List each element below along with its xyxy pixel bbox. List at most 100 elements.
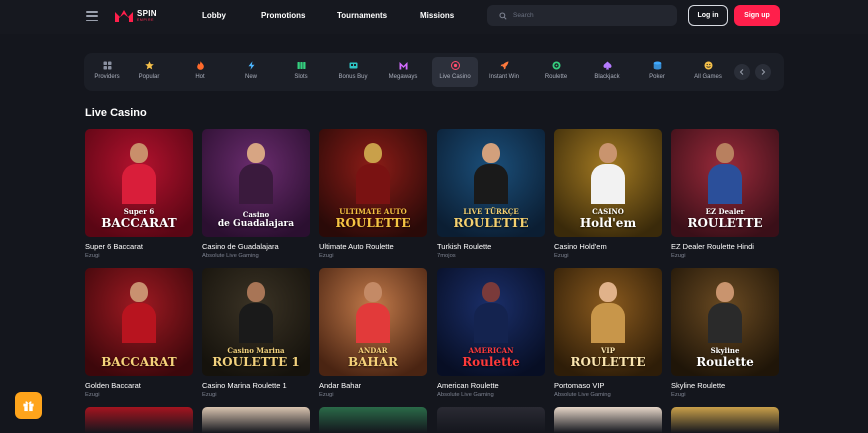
category-label: Instant Win — [488, 74, 519, 80]
game-provider: Ezugi — [671, 253, 686, 259]
game-thumbnail[interactable]: ANDAR BAHAR — [319, 268, 427, 376]
search-box[interactable] — [487, 5, 677, 26]
category-instant-win[interactable]: Instant Win — [481, 57, 527, 87]
category-popular[interactable]: Popular — [126, 57, 172, 87]
dealer-figure — [591, 282, 625, 343]
game-title[interactable]: Portomaso VIP — [554, 381, 662, 390]
game-logo-line2: ROULETTE — [570, 355, 646, 369]
category-label: All Games — [694, 74, 722, 80]
game-logo-line2: BAHAR — [347, 355, 399, 369]
nav-tournaments[interactable]: Tournaments — [337, 11, 387, 20]
game-thumbnail[interactable]: BACCARAT — [85, 268, 193, 376]
login-button[interactable]: Log in — [688, 5, 728, 26]
category-slots[interactable]: Slots — [278, 57, 324, 87]
scroll-left-button[interactable] — [734, 64, 750, 80]
game-logo-line1: Casino Marina — [227, 346, 285, 355]
game-logo-line1: Casino — [242, 210, 270, 219]
category-label: Providers — [94, 74, 120, 80]
game-thumbnail[interactable]: AMERICAN Roulette — [437, 268, 545, 376]
category-poker[interactable]: Poker — [634, 57, 680, 87]
dealer-figure — [239, 282, 273, 343]
category-live-casino[interactable]: Live Casino — [432, 57, 478, 87]
game-thumbnail[interactable]: LIVE TÜRKÇE ROULETTE — [437, 129, 545, 237]
game-logo-line1: LIVE TÜRKÇE — [463, 207, 519, 216]
search-icon — [499, 11, 507, 20]
game-title[interactable]: Turkish Roulette — [437, 242, 545, 251]
search-input[interactable] — [513, 12, 663, 19]
game-card[interactable]: AMERICAN Roulette American Roulette Absolut… — [437, 268, 545, 398]
game-thumbnail[interactable]: VIP ROULETTE — [554, 268, 662, 376]
game-thumbnail[interactable]: Casino Marina ROULETTE 1 — [202, 268, 310, 376]
game-title[interactable]: Skyline Roulette — [671, 381, 779, 390]
game-logo: LIVE TÜRKÇE ROULETTE — [453, 208, 528, 229]
game-title[interactable]: American Roulette — [437, 381, 545, 390]
scroll-right-button[interactable] — [755, 64, 771, 80]
category-label: Bonus Buy — [338, 74, 368, 80]
game-card[interactable]: EZ Dealer ROULETTE EZ Dealer Roulette Hind… — [671, 129, 779, 259]
game-card[interactable]: ULTIMATE AUTO ROULETTE Ultimate Auto Roule… — [319, 129, 427, 259]
menu-icon[interactable] — [86, 11, 98, 21]
category-megaways[interactable]: Megaways — [380, 57, 426, 87]
nav-promotions[interactable]: Promotions — [261, 11, 305, 20]
game-provider: Absolute Live Gaming — [554, 392, 611, 398]
game-card[interactable]: BACCARAT Golden Baccarat Ezugi — [85, 268, 193, 398]
game-card-partial[interactable] — [319, 407, 427, 433]
game-card[interactable]: Casino de Guadalajara Casino de Guadalajar… — [202, 129, 310, 259]
game-card-partial[interactable] — [202, 407, 310, 433]
slots-icon — [297, 61, 306, 70]
game-card[interactable]: VIP ROULETTE Portomaso VIP Absolute Live Ga… — [554, 268, 662, 398]
game-title[interactable]: Super 6 Baccarat — [85, 242, 193, 251]
game-card-partial[interactable] — [85, 407, 193, 433]
game-thumbnail[interactable]: CASINO Hold'em — [554, 129, 662, 237]
category-label: Hot — [195, 74, 205, 80]
category-blackjack[interactable]: Blackjack — [584, 57, 630, 87]
game-provider: Ezugi — [319, 253, 334, 259]
game-title[interactable]: Casino Marina Roulette 1 — [202, 381, 310, 390]
dealer-figure — [356, 282, 390, 343]
game-thumbnail[interactable]: EZ Dealer ROULETTE — [671, 129, 779, 237]
game-thumbnail[interactable]: Super 6 BACCARAT — [85, 129, 193, 237]
category-providers[interactable]: Providers — [84, 57, 130, 87]
roulette-icon — [552, 61, 561, 70]
game-logo-line2: ROULETTE — [687, 216, 763, 230]
game-card[interactable]: Casino Marina ROULETTE 1 Casino Marina Rou… — [202, 268, 310, 398]
game-thumbnail[interactable]: ULTIMATE AUTO ROULETTE — [319, 129, 427, 237]
game-provider: Absolute Live Gaming — [202, 253, 259, 259]
category-hot[interactable]: Hot — [177, 57, 223, 87]
category-all-games[interactable]: All Games — [685, 57, 731, 87]
brand-logo[interactable]: SPIN EMPIRE — [114, 8, 157, 25]
game-title[interactable]: Andar Bahar — [319, 381, 427, 390]
game-card[interactable]: CASINO Hold'em Casino Hold'em Ezugi — [554, 129, 662, 259]
game-card[interactable]: Skyline Roulette Skyline Roulette Ezugi — [671, 268, 779, 398]
game-card[interactable]: LIVE TÜRKÇE ROULETTE Turkish Roulette 7mojo… — [437, 129, 545, 259]
game-card[interactable]: Super 6 BACCARAT Super 6 Baccarat Ezugi — [85, 129, 193, 259]
nav-missions[interactable]: Missions — [420, 11, 454, 20]
chevron-left-icon — [739, 69, 744, 75]
game-logo-line2: Roulette — [462, 355, 520, 369]
category-new[interactable]: New — [228, 57, 274, 87]
category-bonus-buy[interactable]: Bonus Buy — [330, 57, 376, 87]
signup-button[interactable]: Sign up — [734, 5, 780, 26]
game-thumbnail[interactable]: Casino de Guadalajara — [202, 129, 310, 237]
game-title[interactable]: Casino Hold'em — [554, 242, 662, 251]
game-title[interactable]: Golden Baccarat — [85, 381, 193, 390]
game-logo-line1: Skyline — [710, 346, 740, 355]
lightning-icon — [247, 61, 256, 70]
dealer-figure — [708, 282, 742, 343]
gift-button[interactable] — [15, 392, 42, 419]
game-provider: 7mojos — [437, 253, 456, 259]
game-title[interactable]: Ultimate Auto Roulette — [319, 242, 427, 251]
game-card[interactable]: ANDAR BAHAR Andar Bahar Ezugi — [319, 268, 427, 398]
game-title[interactable]: EZ Dealer Roulette Hindi — [671, 242, 779, 251]
game-card-partial[interactable] — [671, 407, 779, 433]
category-roulette[interactable]: Roulette — [533, 57, 579, 87]
nav-lobby[interactable]: Lobby — [202, 11, 226, 20]
game-logo: Casino de Guadalajara — [218, 211, 294, 229]
game-card-partial[interactable] — [437, 407, 545, 433]
game-title[interactable]: Casino de Guadalajara — [202, 242, 310, 251]
game-logo-line1: ANDAR — [358, 346, 388, 355]
game-card-partial[interactable] — [554, 407, 662, 433]
game-thumbnail[interactable]: Skyline Roulette — [671, 268, 779, 376]
fire-icon — [196, 61, 205, 70]
dealer-figure — [474, 143, 508, 204]
